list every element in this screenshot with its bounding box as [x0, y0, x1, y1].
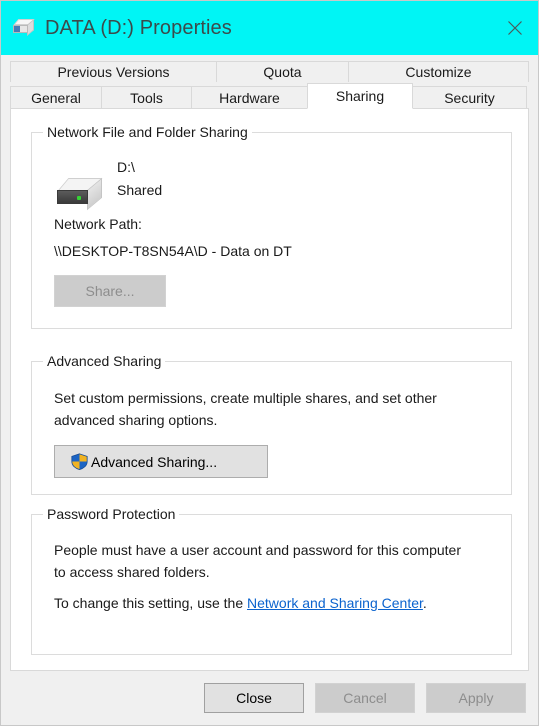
- tab-customize[interactable]: Customize: [348, 61, 529, 82]
- apply-button-label: Apply: [458, 690, 494, 706]
- tab-label: Hardware: [219, 89, 280, 106]
- tab-hardware[interactable]: Hardware: [191, 86, 308, 108]
- dialog-button-bar: Close Cancel Apply: [1, 671, 538, 725]
- tab-previous-versions[interactable]: Previous Versions: [10, 61, 217, 82]
- tab-label: Sharing: [335, 88, 385, 104]
- advanced-sharing-group: Advanced Sharing Set custom permissions,…: [31, 353, 512, 495]
- setting-suffix-text: .: [422, 595, 427, 611]
- password-protection-setting-line: To change this setting, use the Network …: [54, 595, 427, 611]
- group-title: Network File and Folder Sharing: [43, 124, 252, 140]
- share-button[interactable]: Share...: [54, 275, 166, 307]
- network-path-label: Network Path:: [54, 216, 142, 232]
- tab-tools[interactable]: Tools: [101, 86, 192, 108]
- network-and-sharing-center-link[interactable]: Network and Sharing Center: [247, 595, 423, 611]
- share-name-label: D:\: [117, 159, 135, 175]
- tab-label: Tools: [130, 89, 163, 106]
- window-title: DATA (D:) Properties: [45, 16, 232, 39]
- apply-button[interactable]: Apply: [426, 683, 526, 713]
- group-title: Password Protection: [43, 506, 180, 522]
- tab-general[interactable]: General: [10, 86, 102, 108]
- tab-label: Previous Versions: [57, 64, 170, 80]
- uac-shield-icon: [71, 453, 88, 471]
- network-file-and-folder-sharing-group: Network File and Folder Sharing D:\ Shar…: [31, 124, 512, 329]
- tab-row-upper: Previous Versions Quota Customize: [10, 61, 529, 82]
- title-bar: DATA (D:) Properties: [1, 1, 538, 55]
- tab-label: Security: [444, 89, 495, 106]
- password-protection-group: Password Protection People must have a u…: [31, 506, 512, 655]
- advanced-sharing-button[interactable]: Advanced Sharing...: [54, 445, 268, 478]
- properties-dialog: DATA (D:) Properties Previous Versions Q…: [0, 0, 539, 726]
- cancel-button-label: Cancel: [343, 690, 387, 706]
- tab-sharing[interactable]: Sharing: [307, 83, 413, 109]
- share-state-label: Shared: [117, 182, 163, 198]
- close-button-label: Close: [236, 690, 272, 706]
- close-button[interactable]: Close: [204, 683, 304, 713]
- password-protection-description: People must have a user account and pass…: [54, 542, 461, 580]
- drive-icon: [57, 176, 105, 211]
- advanced-sharing-description: Set custom permissions, create multiple …: [54, 390, 437, 428]
- cancel-button[interactable]: Cancel: [315, 683, 415, 713]
- tab-label: Customize: [405, 64, 472, 80]
- tab-label: Quota: [263, 64, 302, 80]
- advanced-sharing-button-label: Advanced Sharing...: [91, 453, 218, 470]
- group-title: Advanced Sharing: [43, 353, 166, 369]
- tab-label: General: [31, 89, 81, 106]
- setting-prefix-text: To change this setting, use the: [54, 595, 248, 611]
- drive-icon: [13, 17, 35, 39]
- tab-row-lower: General Tools Hardware Sharing Security: [10, 82, 529, 109]
- network-path-value: \\DESKTOP-T8SN54A\D - Data on DT: [54, 243, 292, 259]
- tab-quota[interactable]: Quota: [216, 61, 349, 82]
- share-button-label: Share...: [85, 283, 135, 299]
- close-icon[interactable]: [492, 1, 538, 55]
- sharing-tab-page: Network File and Folder Sharing D:\ Shar…: [10, 108, 529, 671]
- tab-strip: Previous Versions Quota Customize Genera…: [1, 55, 538, 109]
- tab-security[interactable]: Security: [412, 86, 527, 108]
